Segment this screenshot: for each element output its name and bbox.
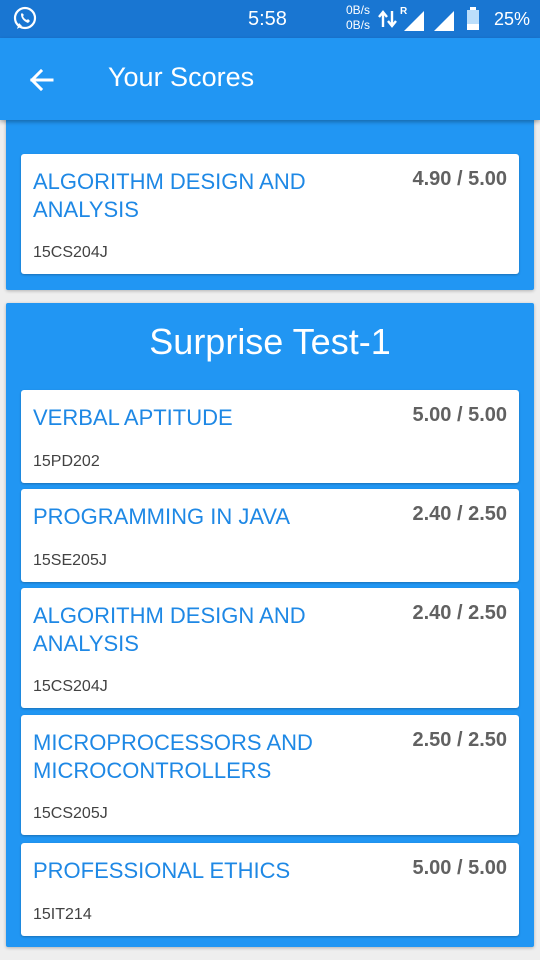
status-bar: 5:58 0B/s 0B/s R 25% bbox=[0, 0, 540, 38]
battery-percentage: 25% bbox=[494, 9, 531, 29]
score-value: 5.00 / 5.00 bbox=[412, 404, 507, 426]
subject-code: 15IT214 bbox=[33, 906, 92, 923]
subject-name: PROFESSIONAL ETHICS bbox=[33, 858, 291, 883]
clock: 5:58 bbox=[248, 8, 287, 30]
section-title: Surprise Test-1 bbox=[149, 321, 391, 362]
signal-icon bbox=[434, 11, 454, 31]
arrow-back-icon[interactable] bbox=[22, 60, 62, 100]
network-speed: 0B/s 0B/s bbox=[346, 3, 371, 32]
score-card[interactable]: PROGRAMMING IN JAVA 2.40 / 2.50 15SE205J bbox=[21, 489, 519, 582]
score-value: 2.50 / 2.50 bbox=[412, 729, 507, 751]
subject-name: MICROPROCESSORS AND MICROCONTROLLERS bbox=[33, 730, 313, 783]
score-card[interactable]: ALGORITHM DESIGN AND ANALYSIS 2.40 / 2.5… bbox=[21, 588, 519, 708]
subject-code: 15PD202 bbox=[33, 453, 100, 470]
page-title: Your Scores bbox=[108, 62, 255, 92]
subject-code: 15SE205J bbox=[33, 552, 107, 569]
subject-code: 15CS204J bbox=[33, 244, 108, 261]
whatsapp-icon bbox=[13, 6, 37, 30]
subject-name: ALGORITHM DESIGN AND ANALYSIS bbox=[33, 603, 306, 656]
score-section: ALGORITHM DESIGN AND ANALYSIS 4.90 / 5.0… bbox=[6, 100, 534, 290]
score-value: 2.40 / 2.50 bbox=[412, 503, 507, 525]
subject-name: VERBAL APTITUDE bbox=[33, 405, 233, 430]
app-bar: Your Scores bbox=[0, 38, 540, 120]
subject-name: ALGORITHM DESIGN AND ANALYSIS bbox=[33, 169, 306, 222]
data-transfer-icon bbox=[378, 10, 397, 28]
score-section: Surprise Test-1 VERBAL APTITUDE 5.00 / 5… bbox=[6, 303, 534, 947]
subject-name: PROGRAMMING IN JAVA bbox=[33, 504, 291, 529]
score-card[interactable]: MICROPROCESSORS AND MICROCONTROLLERS 2.5… bbox=[21, 715, 519, 835]
score-card[interactable]: VERBAL APTITUDE 5.00 / 5.00 15PD202 bbox=[21, 390, 519, 483]
score-card[interactable]: PROFESSIONAL ETHICS 5.00 / 5.00 15IT214 bbox=[21, 843, 519, 936]
score-value: 2.40 / 2.50 bbox=[412, 602, 507, 624]
subject-code: 15CS204J bbox=[33, 678, 108, 695]
score-card[interactable]: ALGORITHM DESIGN AND ANALYSIS 4.90 / 5.0… bbox=[21, 154, 519, 274]
battery-icon bbox=[467, 7, 479, 30]
signal-roaming-icon bbox=[404, 11, 424, 31]
score-value: 5.00 / 5.00 bbox=[412, 857, 507, 879]
score-value: 4.90 / 5.00 bbox=[412, 168, 507, 190]
subject-code: 15CS205J bbox=[33, 805, 108, 822]
